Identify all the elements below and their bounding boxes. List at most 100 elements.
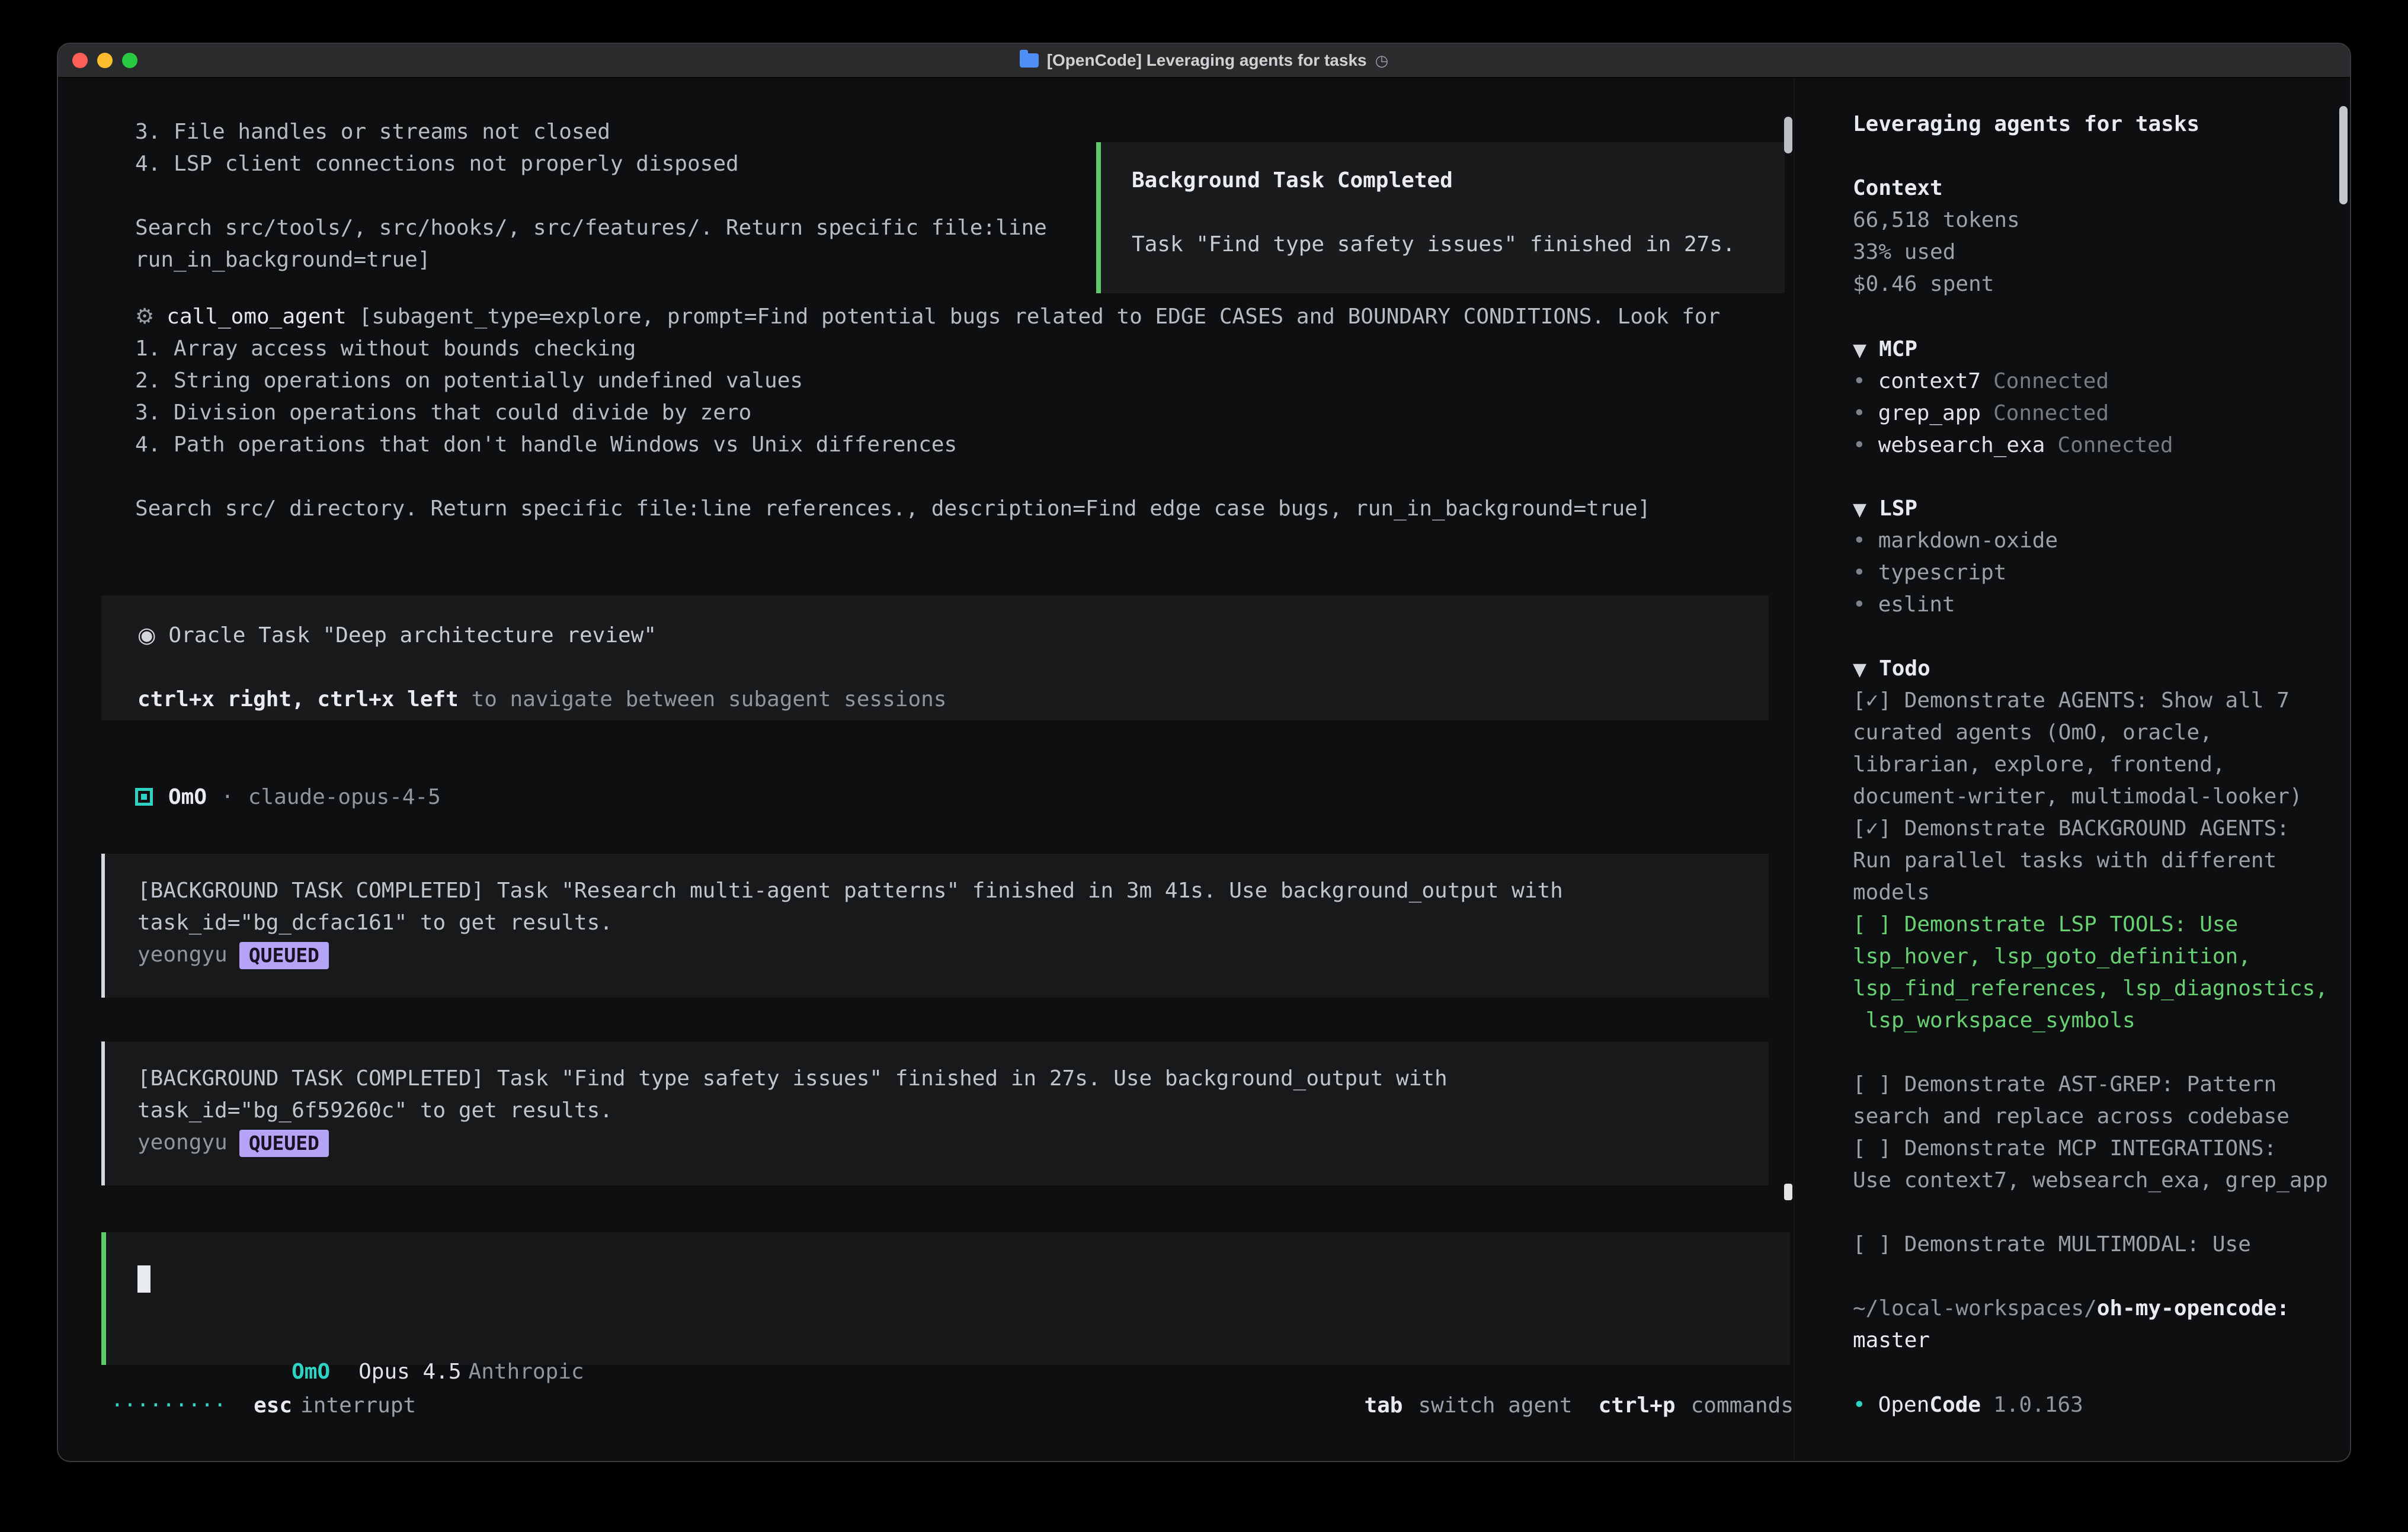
todo-line: Run parallel tasks with different [1853,845,2336,877]
sidebar-scrollbar-thumb[interactable] [2339,106,2348,204]
terminal-line: 1. Array access without bounds checking [135,333,1720,365]
titlebar[interactable]: [OpenCode] Leveraging agents for tasks ◷ [58,44,2350,78]
session-title: Leveraging agents for tasks [1853,108,2336,140]
message-card: [BACKGROUND TASK COMPLETED] Task "Resear… [101,854,1769,998]
terminal-line [135,180,1047,212]
workspace-path-prefix: ~/local-workspaces/ [1853,1296,2097,1321]
lsp-section: ▼LSP •markdown-oxide •typescript •eslint [1853,493,2336,621]
context-heading: Context [1853,176,1943,200]
message-card: [BACKGROUND TASK COMPLETED] Task "Find t… [101,1041,1769,1185]
terminal-main-pane: 3. File handles or streams not closed 4.… [58,78,1794,1461]
todo-line: models [1853,877,2336,909]
todo-section-toggle[interactable]: ▼Todo [1853,653,2336,685]
clock-icon: ◷ [1375,52,1389,70]
message-line: task_id="bg_6f59260c" to get results. [137,1095,1769,1127]
hint-keys: ctrl+x right, ctrl+x left [137,687,459,711]
zoom-window-button[interactable] [122,53,137,68]
oracle-task-title: ◉Oracle Task "Deep architecture review" [137,620,657,652]
scrollbar-thumb-bottom[interactable] [1784,1184,1792,1200]
todo-line: [ ] Demonstrate AST-GREP: Pattern [1853,1069,2336,1101]
terminal-line: Search src/tools/, src/hooks/, src/featu… [135,212,1047,244]
status-bar-right: tab switch agent ctrl+p commands [1364,1393,1794,1418]
workspace-section: ~/local-workspaces/oh-my-opencode: maste… [1853,1293,2336,1357]
message-meta: yeongyuQUEUED [137,1127,1769,1159]
terminal-line: 4. Path operations that don't handle Win… [135,429,1720,461]
window-title-group: [OpenCode] Leveraging agents for tasks ◷ [1020,51,1389,70]
lsp-item-name: markdown-oxide [1878,528,2058,553]
subagent-nav-hint: ctrl+x right, ctrl+x left to navigate be… [137,684,946,716]
terminal-line: 4. LSP client connections not properly d… [135,148,1047,180]
tab-key-hint: tab [1364,1393,1402,1418]
scrollbar-thumb-top[interactable] [1784,117,1792,153]
mcp-item: •context7Connected [1853,366,2336,398]
ctrl-p-key-hint: ctrl+p [1599,1393,1676,1418]
bullet-icon: • [1853,592,1866,617]
input-provider: Anthropic [469,1360,584,1384]
message-meta: yeongyuQUEUED [137,939,1769,971]
lsp-item: • eslint [1853,589,2336,621]
todo-line: librarian, explore, frontend, [1853,749,2336,781]
tool-args: [subagent_type=explore, prompt=Find pote… [359,305,1720,329]
terminal-line: Search src/ directory. Return specific f… [135,493,1720,525]
agent-header: OmO · claude-opus-4-5 [135,781,441,813]
separator: · [221,785,234,809]
input-model: Opus 4.5 [358,1360,461,1384]
context-used: 33% used [1853,236,2336,268]
mcp-item-name: websearch_exa [1878,433,2045,457]
app-name-open: Open [1878,1393,1930,1417]
terminal-line: run_in_background=true] [135,244,1047,276]
mcp-item: •grep_appConnected [1853,398,2336,430]
todo-line: [✓] Demonstrate BACKGROUND AGENTS: [1853,813,2336,845]
status-badge: QUEUED [239,1130,329,1157]
todo-section: ▼Todo [✓] Demonstrate AGENTS: Show all 7… [1853,653,2336,1261]
app-version: 1.0.163 [1993,1393,2083,1417]
background-task-toast: Background Task Completed Task "Find typ… [1096,142,1785,293]
terminal-line: 3. File handles or streams not closed [135,116,1047,148]
mcp-section-toggle[interactable]: ▼ MCP [1853,334,2336,366]
lsp-item: • markdown-oxide [1853,525,2336,557]
todo-line: curated agents (OmO, oracle, [1853,717,2336,749]
mcp-item-status: Connected [2057,433,2173,457]
mcp-heading: MCP [1879,337,1917,361]
scrollback-block: 3. File handles or streams not closed 4.… [135,116,1047,276]
agent-model: claude-opus-4-5 [248,785,441,809]
esc-key-hint: esc [254,1393,292,1418]
toast-body: Task "Find type safety issues" finished … [1132,229,1735,261]
todo-heading: Todo [1879,656,1930,681]
bullet-icon: • [1853,560,1866,585]
prompt-input[interactable]: OmOOpus 4.5Anthropic [101,1232,1790,1365]
lsp-heading: LSP [1879,496,1917,521]
lsp-item-name: eslint [1878,592,1955,617]
agent-icon [135,788,153,806]
bullet-icon: • [1853,528,1866,553]
app-footer: •OpenCode1.0.163 [1853,1389,2336,1421]
todo-line: [✓] Demonstrate AGENTS: Show all 7 [1853,685,2336,717]
chevron-down-icon: ▼ [1853,499,1866,520]
tool-call-line: ⚙call_omo_agent[subagent_type=explore, p… [135,301,1720,333]
mcp-item-status: Connected [1993,401,2109,425]
ctrl-p-key-label: commands [1691,1393,1794,1418]
gear-icon: ⚙ [135,305,154,329]
chevron-down-icon: ▼ [1853,340,1866,361]
oracle-task-panel: ◉Oracle Task "Deep architecture review" … [101,595,1769,720]
tab-key-label: switch agent [1418,1393,1572,1418]
minimize-window-button[interactable] [97,53,113,68]
mcp-item-name: context7 [1878,369,1981,393]
message-line: [BACKGROUND TASK COMPLETED] Task "Resear… [137,875,1769,907]
close-window-button[interactable] [72,53,88,68]
toast-title: Background Task Completed [1132,165,1453,197]
session-sidebar: Leveraging agents for tasks Context 66,5… [1794,78,2350,1461]
message-line: [BACKGROUND TASK COMPLETED] Task "Find t… [137,1063,1769,1095]
terminal-window: [OpenCode] Leveraging agents for tasks ◷… [57,43,2351,1462]
context-section: Context 66,518 tokens 33% used $0.46 spe… [1853,172,2336,300]
status-badge: QUEUED [239,942,329,969]
context-tokens: 66,518 tokens [1853,204,2336,236]
message-line: task_id="bg_dcfac161" to get results. [137,907,1769,939]
lsp-section-toggle[interactable]: ▼ LSP [1853,493,2336,525]
todo-line: lsp_find_references, lsp_diagnostics, [1853,973,2336,1005]
session-title-group: Leveraging agents for tasks [1853,108,2336,140]
terminal-line: 3. Division operations that could divide… [135,397,1720,429]
folder-icon [1020,53,1039,68]
hint-text: to navigate between subagent sessions [459,687,947,711]
input-agent-name: OmO [292,1360,330,1384]
